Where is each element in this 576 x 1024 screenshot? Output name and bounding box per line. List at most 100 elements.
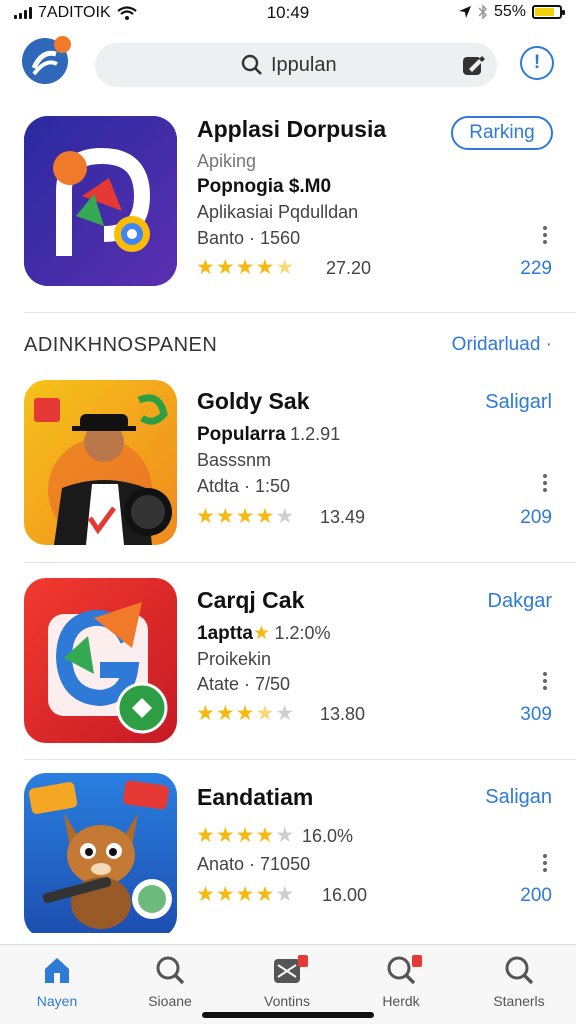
star-icon: ★	[235, 505, 255, 528]
star-icon: ★	[196, 702, 215, 725]
tab-home[interactable]: Nayen	[12, 955, 102, 1009]
star-icon: ★	[255, 883, 275, 906]
header: Ippulan !	[0, 36, 576, 96]
app-line-2-2: Proikekin	[197, 649, 272, 669]
home-icon	[45, 958, 69, 983]
app-rating-stars-1: ★ ★ ★ ★ ★	[196, 506, 294, 528]
app-line-1-1: Popularra 1.2.91	[197, 424, 341, 445]
star-icon: ★	[215, 883, 235, 906]
star-icon: ★	[196, 505, 215, 528]
notification-badge	[412, 955, 422, 967]
star-icon: ★	[235, 256, 255, 279]
star-icon: ★	[255, 702, 275, 725]
divider	[24, 759, 576, 760]
location-icon	[458, 6, 471, 18]
search-bar[interactable]: Ippulan	[95, 43, 497, 87]
star-icon: ★	[275, 256, 295, 279]
featured-price-line: Popnogia $.M0	[197, 176, 332, 197]
app-icon-1[interactable]	[24, 380, 177, 545]
app-count-3: 200	[520, 885, 552, 906]
app-title-1[interactable]: Goldy Sak	[197, 388, 309, 415]
app-rating-stars-2: ★ ★ ★ ★ ★	[196, 703, 294, 725]
star-icon: ★	[235, 702, 255, 725]
app-action-1[interactable]: Saligarl	[485, 391, 552, 414]
star-icon: ★	[235, 883, 255, 906]
tab-label: Nayen	[36, 993, 78, 1009]
notification-badge	[298, 955, 308, 967]
star-icon: ★	[215, 702, 235, 725]
divider	[24, 562, 576, 563]
app-line-2-1: 1aptta★ 1.2:0%	[197, 623, 331, 644]
status-right: 55%	[458, 3, 565, 21]
featured-meta: Banto · 1560	[197, 228, 301, 248]
app-title-2[interactable]: Carqj Cak	[197, 587, 304, 614]
app-rating-label-2: 13.80	[320, 704, 366, 724]
app-line-1-3: Atdta · 1:50	[197, 476, 291, 496]
bluetooth-icon	[478, 4, 488, 20]
featured-app-title[interactable]: Applasi Dorpusia	[197, 116, 386, 143]
star-icon: ★	[235, 824, 255, 847]
app-more-icon-2[interactable]	[543, 672, 549, 693]
star-icon: ★	[255, 505, 275, 528]
app-icon-2[interactable]	[24, 578, 177, 743]
app-count-2: 309	[520, 704, 552, 725]
tab-label: Vontins	[264, 993, 310, 1009]
edit-icon[interactable]	[461, 53, 485, 77]
star-icon: ★	[255, 256, 275, 279]
divider	[24, 312, 576, 313]
search-icon	[156, 956, 185, 985]
app-icon-3[interactable]	[24, 773, 177, 938]
tab-updates[interactable]: Vontins	[242, 955, 332, 1009]
tab-label: Sioane	[148, 993, 192, 1009]
app-more-icon-1[interactable]	[543, 474, 549, 495]
featured-count: 229	[520, 258, 552, 279]
featured-app-icon[interactable]	[24, 116, 177, 286]
battery-percent: 55%	[493, 3, 526, 20]
star-icon: ★	[275, 824, 295, 847]
home-indicator[interactable]	[202, 1012, 374, 1018]
star-icon: ★	[215, 824, 235, 847]
tab-check[interactable]: Herdk	[356, 955, 446, 1009]
section-link[interactable]: Oridarluad ·	[452, 334, 552, 356]
app-more-icon-3[interactable]	[543, 854, 549, 875]
star-icon: ★	[252, 623, 271, 644]
info-icon[interactable]: !	[520, 46, 554, 80]
app-title-3[interactable]: Eandatiam	[197, 784, 313, 811]
featured-rating-label: 27.20	[326, 258, 372, 278]
star-icon: ★	[196, 883, 215, 906]
search-icon	[505, 956, 534, 985]
status-bar: 7ADITOIK 10:49 55%	[0, 0, 576, 28]
section-title: ADINKHNOSPANEN	[24, 334, 218, 356]
star-icon: ★	[275, 702, 295, 725]
app-rating-stars-3-top: ★ ★ ★ ★ ★	[196, 825, 294, 847]
app-rating-label-1: 13.49	[320, 507, 366, 527]
ranking-button[interactable]: Rarking	[451, 116, 553, 150]
star-icon: ★	[275, 883, 295, 906]
battery-icon	[532, 5, 565, 19]
app-action-3[interactable]: Saligan	[485, 786, 552, 809]
tab-label: Herdk	[382, 993, 420, 1009]
app-line-3-1: 16.0%	[302, 826, 354, 846]
tab-label: Stanerls	[493, 993, 545, 1009]
app-rating-stars-3: ★ ★ ★ ★ ★	[196, 884, 294, 906]
star-icon: ★	[215, 256, 235, 279]
app-line-1-2: Basssnm	[197, 450, 272, 470]
app-action-2[interactable]: Dakgar	[488, 590, 552, 613]
search-text: Ippulan	[271, 54, 337, 76]
app-count-1: 209	[520, 507, 552, 528]
app-rating-label-3: 16.00	[322, 885, 368, 905]
tab-more[interactable]: Stanerls	[474, 955, 564, 1009]
featured-subtitle: Apiking	[197, 151, 257, 171]
star-icon: ★	[215, 505, 235, 528]
featured-description: Aplikasiai Pqdulldan	[197, 202, 359, 222]
app-line-2-3: Atate · 7/50	[197, 674, 291, 694]
featured-more-icon[interactable]	[543, 226, 549, 247]
star-icon: ★	[275, 505, 295, 528]
featured-rating-stars: ★ ★ ★ ★ ★	[196, 257, 294, 279]
star-icon: ★	[196, 256, 215, 279]
app-line-3-3: Anato · 71050	[197, 854, 311, 874]
tab-search[interactable]: Sioane	[125, 955, 215, 1009]
star-icon: ★	[196, 824, 215, 847]
star-icon: ★	[255, 824, 275, 847]
app-logo[interactable]	[22, 36, 71, 84]
